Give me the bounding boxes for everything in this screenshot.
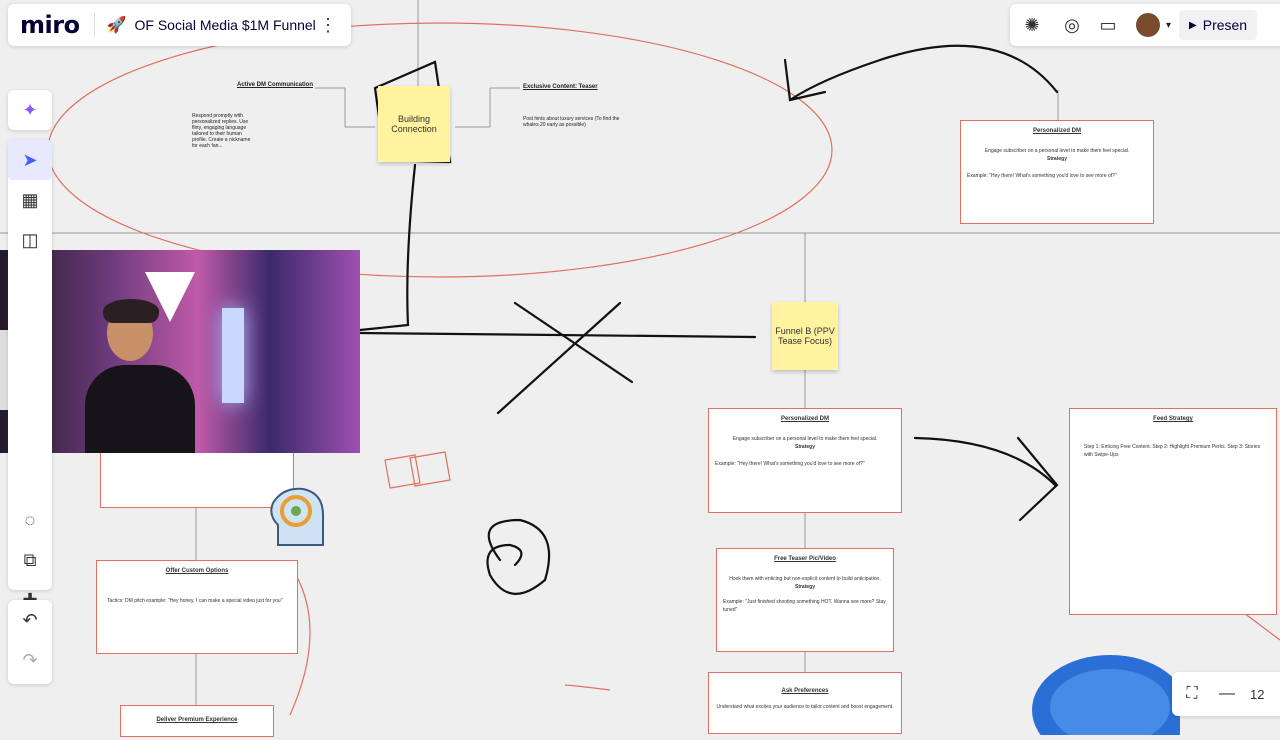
card-deliver-premium[interactable]: Deliver Premium Experience [120,705,274,737]
reactions-icon[interactable]: ✺ [1010,15,1054,36]
ai-tool-box: ✦ [8,90,52,130]
webcam-overlay [0,250,360,453]
head-gear-icon [268,485,326,551]
card-title: Offer Custom Options [165,568,229,574]
card-body: Understand what excites your audience to… [716,704,894,710]
zoom-level[interactable]: 12 [1250,687,1264,702]
card-title: Exclusive Content: Teaser [523,84,598,90]
card-example: Example: "Just finished shooting somethi… [723,599,886,613]
card-title: Deliver Premium Experience [156,717,238,723]
left-toolbar: ✦ ➤ ▦ ◫ ◌ ⧉ ✚ ↶ ↷ [8,90,52,690]
card-strategy: Strategy [794,583,815,590]
collab-bar: ✺ ◎ ▭ ▾ ▶ Presen [1010,4,1280,46]
chat-icon[interactable]: ◎ [1054,15,1090,36]
card-ask-preferences[interactable]: Ask Preferences Understand what excites … [708,672,902,734]
card-strategy: Strategy [794,443,815,450]
card-body: Post hints about luxury services (To fin… [523,116,620,128]
lamp-light [222,308,244,403]
card-body: Respond promptly with personalized repli… [192,113,251,149]
card-free-teaser[interactable]: Free Teaser Pic/Video Hook them with ent… [716,548,894,652]
sticky-note-icon[interactable]: ◫ [8,220,52,260]
shapes-icon[interactable]: ⧉ [8,540,52,580]
card-body: Engage subscriber on a personal level to… [984,148,1130,154]
card-strategy: Strategy [1046,155,1067,162]
more-options-icon[interactable]: ⋮ [319,15,337,36]
main-tools-box: ➤ ▦ ◫ ◌ ⧉ ✚ [8,140,52,610]
card-tactics[interactable] [100,453,294,508]
card-body: Hook them with enticing but non-explicit… [729,576,881,582]
present-label: Presen [1202,17,1248,33]
card-custom-options[interactable]: Offer Custom Options Tactics: DM pitch e… [96,560,298,654]
miro-logo[interactable]: miro [20,11,80,39]
card-body: Engage subscriber on a personal level to… [732,436,878,442]
history-box: ↶ ↷ [8,600,52,684]
chevron-down-icon[interactable]: ▾ [1166,20,1171,31]
avatar[interactable] [1136,13,1160,37]
brain-image [1030,645,1188,740]
card-feed-strategy[interactable]: Feed Strategy Step 1: Enticing Free Cont… [1069,408,1277,615]
fit-screen-icon[interactable]: ⛶ [1172,685,1212,703]
sticky-text: Building Connection [391,114,437,134]
card-body: Tactics: DM pitch example: "Hey honey, I… [107,598,283,604]
board-rocket-icon: 🚀 [106,17,127,34]
card-exclusive-teaser[interactable]: Exclusive Content: Teaser Post hints abo… [520,84,750,184]
present-button[interactable]: ▶ Presen [1179,10,1258,40]
card-title: Active DM Communication [237,82,314,88]
sticky-building-connection[interactable]: Building Connection [378,86,450,162]
card-title: Free Teaser Pic/Video [774,556,836,562]
card-title: Personalized DM [780,416,829,422]
ai-sparkle-icon[interactable]: ✦ [8,90,52,130]
card-example: Example: "Hey there! What's something yo… [715,461,865,467]
card-active-dm[interactable]: Active DM Communication Respond promptly… [100,82,315,222]
select-tool-icon[interactable]: ➤ [8,140,52,180]
sticky-text: Funnel B (PPV Tease Focus) [775,326,835,346]
person [85,299,205,453]
video-call-icon[interactable]: ▭ [1090,15,1126,36]
board-header: miro 🚀 OF Social Media $1M Funnel ⋮ [8,4,351,46]
card-example: Example: "Hey there! What's something yo… [967,173,1117,179]
templates-icon[interactable]: ▦ [8,180,52,220]
board-title[interactable]: OF Social Media $1M Funnel [134,17,315,33]
redo-icon[interactable]: ↷ [8,640,52,680]
zoom-controls: ⛶ — 12 [1172,672,1280,716]
card-title: Feed Strategy [1153,416,1193,422]
play-icon: ▶ [1189,19,1197,31]
sticky-funnel-b[interactable]: Funnel B (PPV Tease Focus) [772,302,838,370]
card-title: Ask Preferences [781,688,829,694]
zoom-out-button[interactable]: — [1212,685,1242,703]
card-body: Step 1: Enticing Free Content. Step 2: H… [1084,444,1261,458]
card-title: Personalized DM [1032,128,1081,134]
comment-icon[interactable]: ◌ [8,500,52,540]
card-personalized-dm-mid[interactable]: Personalized DM Engage subscriber on a p… [708,408,902,513]
undo-icon[interactable]: ↶ [8,600,52,640]
card-personalized-dm-top[interactable]: Personalized DM Engage subscriber on a p… [960,120,1154,224]
divider [93,13,95,37]
